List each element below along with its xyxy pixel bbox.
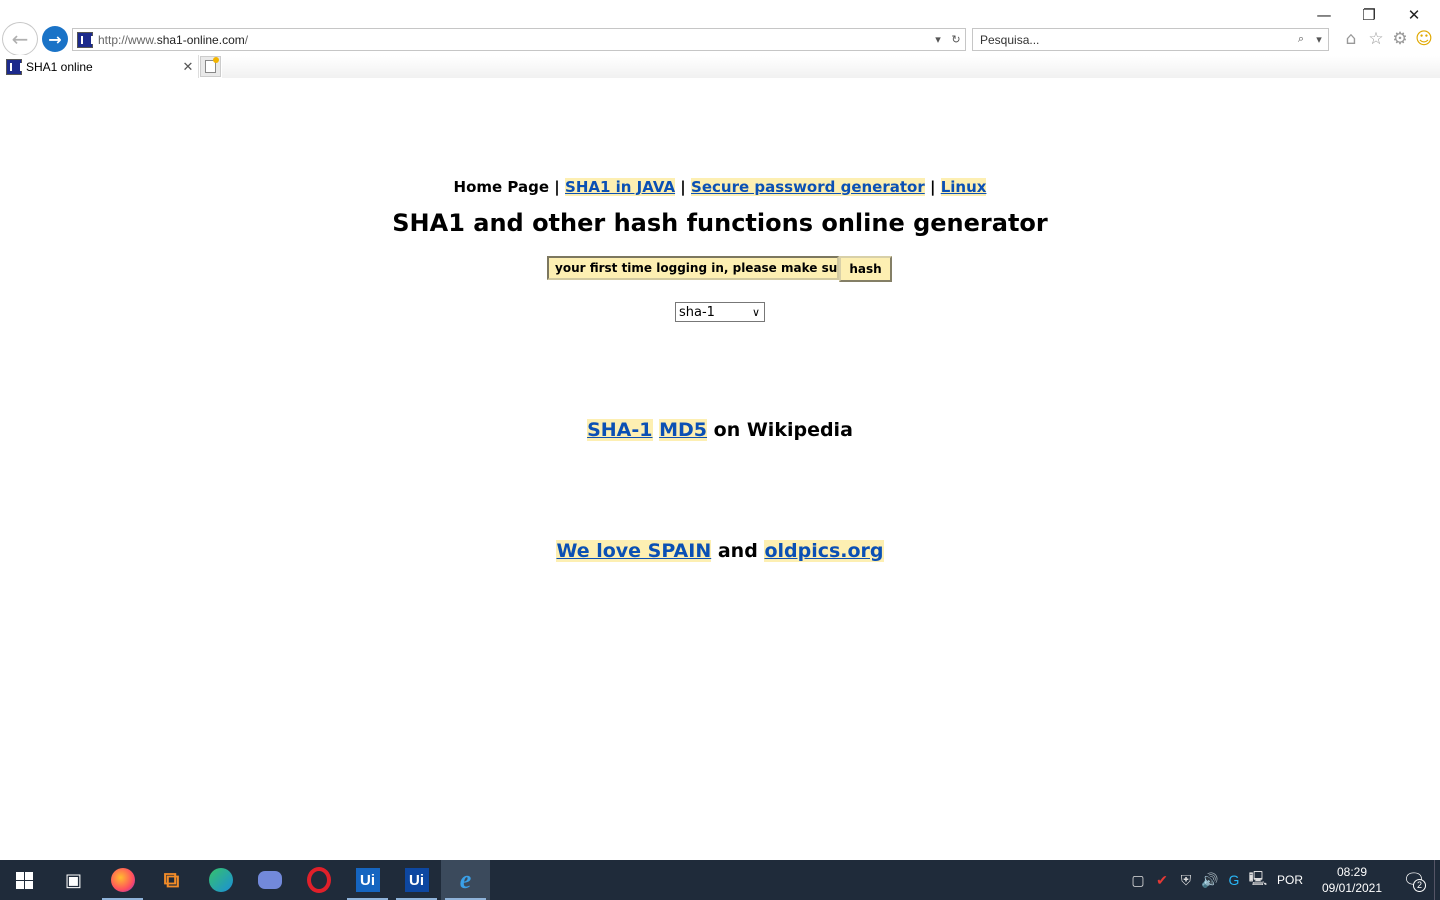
volume-icon[interactable]: 🔊 [1198, 872, 1222, 889]
task-view-icon: ▣ [64, 869, 82, 891]
restore-button[interactable]: ❐ [1346, 4, 1392, 26]
taskbar-internet-explorer[interactable]: e [441, 860, 490, 900]
tray-uipath-icon[interactable]: ▢ [1126, 872, 1150, 889]
tab-sha1-online[interactable]: SHA1 online ✕ [0, 55, 199, 78]
tab-favicon-icon [6, 58, 22, 75]
firefox-icon [110, 868, 135, 892]
taskbar-opera[interactable] [294, 860, 343, 900]
address-url[interactable]: http://www.sha1-online.com/ [98, 33, 929, 47]
search-box[interactable]: Pesquisa... ⌕ ▾ [972, 28, 1329, 51]
arrow-left-icon: ← [11, 27, 29, 51]
task-view-button[interactable]: ▣ [49, 860, 98, 900]
wikipedia-suffix-text: on Wikipedia [713, 419, 853, 441]
taskbar-discord[interactable] [245, 860, 294, 900]
language-indicator[interactable]: POR [1270, 873, 1310, 887]
address-dropdown-icon[interactable]: ▾ [929, 33, 947, 46]
link-oldpics[interactable]: oldpics.org [764, 540, 884, 562]
eclipse-icon: ⧉ [163, 867, 180, 893]
nav-link-sha1-java[interactable]: SHA1 in JAVA [565, 178, 676, 196]
new-tab-icon [205, 57, 219, 73]
search-icon[interactable]: ⌕ [1292, 33, 1310, 46]
home-icon[interactable]: ⌂ [1340, 28, 1362, 50]
page-title: SHA1 and other hash functions online gen… [392, 209, 1048, 237]
network-icon[interactable]: 🖳 [1246, 868, 1270, 892]
promo-links: We love SPAIN and oldpics.org [0, 540, 1440, 562]
windows-taskbar: ▣ ⧉ Ui Ui e ▢ ✔ ⛨ 🔊 G 🖳 POR 08:29 09/01/… [0, 860, 1440, 900]
discord-icon [257, 871, 282, 889]
nav-link-linux[interactable]: Linux [940, 178, 987, 196]
address-bar[interactable]: http://www.sha1-online.com/ ▾ ↻ [72, 28, 966, 51]
link-md5-wikipedia[interactable]: MD5 [659, 419, 708, 441]
wikipedia-links: SHA-1 MD5 on Wikipedia [0, 419, 1440, 441]
top-navigation: Home Page | SHA1 in JAVA | Secure passwo… [0, 178, 1440, 196]
windows-logo-icon [16, 871, 33, 889]
nav-separator: | [680, 178, 686, 196]
taskbar-eclipse[interactable]: ⧉ [147, 860, 196, 900]
url-prefix: http://www. [98, 32, 157, 47]
arrow-right-icon: → [48, 29, 62, 49]
opera-icon [306, 867, 331, 893]
chevron-down-icon: ∨ [751, 305, 761, 319]
browser-chrome: — ❐ ✕ ← → http://www.sha1-online.com/ ▾ … [0, 0, 1440, 78]
minimize-button[interactable]: — [1301, 4, 1347, 26]
new-tab-button[interactable] [200, 56, 221, 77]
taskbar-uipath-robot[interactable]: Ui [392, 860, 441, 900]
web-page: Home Page | SHA1 in JAVA | Secure passwo… [0, 78, 1440, 860]
clock-date: 09/01/2021 [1321, 881, 1383, 895]
search-dropdown-icon[interactable]: ▾ [1310, 33, 1328, 46]
refresh-icon[interactable]: ↻ [947, 33, 965, 46]
search-placeholder: Pesquisa... [980, 32, 1040, 47]
clock[interactable]: 08:29 09/01/2021 [1310, 864, 1394, 896]
favorites-star-icon[interactable]: ☆ [1365, 28, 1387, 50]
close-window-button[interactable]: ✕ [1391, 4, 1437, 26]
tray-security-icon[interactable]: ⛨ [1174, 872, 1198, 889]
nav-separator: | [554, 178, 560, 196]
nav-link-password-generator[interactable]: Secure password generator [691, 178, 925, 196]
action-center-button[interactable]: 🗨 2 [1394, 860, 1434, 900]
nav-separator: | [929, 178, 936, 196]
start-button[interactable] [0, 860, 49, 900]
link-sha1-wikipedia[interactable]: SHA-1 [587, 419, 653, 441]
forward-button[interactable]: → [42, 26, 68, 52]
and-text: and [717, 540, 758, 562]
tabbar-background [222, 56, 1440, 78]
show-desktop-button[interactable] [1434, 860, 1440, 900]
home-page-label: Home Page [453, 178, 550, 196]
taskbar-uipath-studio[interactable]: Ui [343, 860, 392, 900]
hash-button[interactable]: hash [839, 256, 892, 282]
feedback-smiley-icon[interactable]: ☺ [1413, 28, 1435, 50]
back-button[interactable]: ← [2, 22, 38, 56]
edge-icon [208, 868, 233, 892]
settings-gear-icon[interactable]: ⚙ [1389, 28, 1411, 50]
url-domain: sha1-online.com [156, 32, 245, 47]
hash-input[interactable]: your first time logging in, please make … [547, 256, 839, 280]
taskbar-edge[interactable] [196, 860, 245, 900]
clock-time: 08:29 [1336, 865, 1368, 879]
uipath-icon: Ui [355, 868, 380, 892]
tab-close-icon[interactable]: ✕ [178, 59, 198, 75]
algorithm-selected-value: sha-1 [679, 304, 715, 320]
algorithm-select[interactable]: sha-1 ∨ [675, 302, 765, 322]
url-suffix: / [244, 32, 249, 47]
tray-antivirus-icon[interactable]: ✔ [1150, 872, 1174, 889]
link-we-love-spain[interactable]: We love SPAIN [556, 540, 712, 562]
site-favicon-icon [77, 31, 93, 48]
system-tray: ▢ ✔ ⛨ 🔊 G 🖳 POR 08:29 09/01/2021 🗨 2 [1126, 860, 1440, 900]
uipath-robot-icon: Ui [404, 868, 429, 892]
hash-form: your first time logging in, please make … [547, 256, 892, 282]
taskbar-firefox[interactable] [98, 860, 147, 900]
notification-count: 2 [1413, 879, 1426, 892]
tray-logitech-icon[interactable]: G [1222, 872, 1246, 888]
internet-explorer-icon: e [459, 865, 472, 894]
tab-title: SHA1 online [26, 59, 93, 74]
